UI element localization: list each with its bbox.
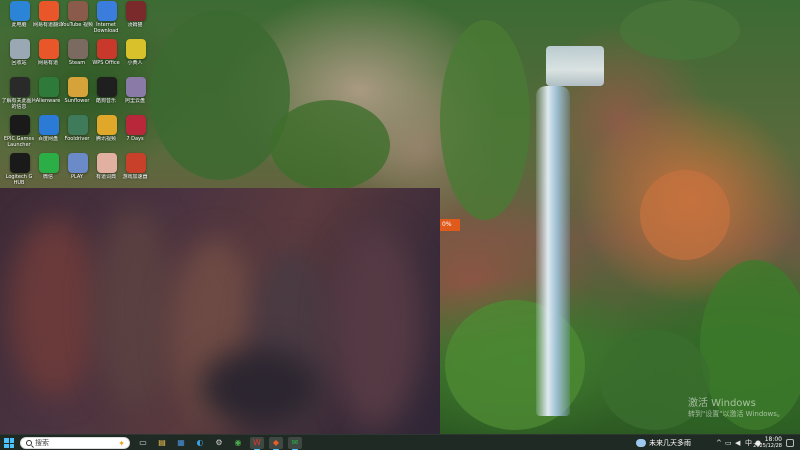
desktop-icon-label: 阿里云盘 [124,98,145,104]
weather-text: 未来几天多雨 [649,439,691,447]
foliage [150,10,290,180]
desktop-icon[interactable]: Steam [62,38,92,78]
desktop-icon[interactable]: 酷狗音乐 [91,76,121,116]
desktop-icon[interactable]: 阿里云盘 [120,76,150,116]
desktop-icon[interactable]: WPS Office [91,38,121,78]
overlay-tab[interactable]: 0% [440,219,460,231]
desktop-icon[interactable]: 小黄人 [120,38,150,78]
desktop-icon[interactable]: 腾讯视频 [91,114,121,154]
copilot-sparkle-icon[interactable]: ✦ [118,439,125,448]
microsoft-store-icon[interactable]: ▦ [174,437,188,449]
settings-icon[interactable]: ⚙ [212,437,226,449]
folder-icon [68,77,88,97]
blurred-media-window[interactable] [0,188,440,434]
taskbar-search-box[interactable]: 搜索 ✦ [20,437,130,449]
chevron-up-icon[interactable]: ^ [716,438,722,448]
desktop-icon[interactable]: 百度网盘 [33,114,63,154]
edge-browser-icon[interactable]: ◐ [193,437,207,449]
minion-icon [126,39,146,59]
foliage [440,20,530,220]
clock-time: 18:00 [764,436,782,443]
desktop-icon[interactable]: Fooldriver [62,114,92,154]
translate-icon [39,1,59,21]
desktop-icon[interactable]: Internet Download [91,0,121,40]
waterfall [536,86,570,416]
desktop-icon[interactable]: 7 Days [120,114,150,154]
waterfall-crest [546,46,604,86]
youdao-icon[interactable]: ◆ [269,437,283,450]
epic-icon [10,115,30,135]
blurred-shadow [200,348,320,428]
steam-icon [68,39,88,59]
desktop-icon-label: 7 Days [126,136,144,142]
desktop-icon-label: 小黄人 [127,60,143,66]
desktop-icon[interactable]: 有道词典 [91,152,121,192]
alienware-icon [39,77,59,97]
video-thumb-icon [68,1,88,21]
desktop-icon[interactable]: 微信 [33,152,63,192]
activation-watermark: 激活 Windows 转到"设置"以激活 Windows。 [688,394,784,419]
desktop-icon-grid: 此电脑 网易有道翻译 YouTube 视频 Internet Download 汤姆猫回… [0,0,150,190]
desktop-icon[interactable]: YouTube 视频 [61,0,93,40]
download-icon [97,1,117,21]
file-explorer-icon[interactable]: ▤ [155,437,169,449]
rock-face [640,170,730,260]
logitech-icon [10,153,30,173]
wechat-icon[interactable]: ✉ [288,437,302,450]
baidu-netdisk-icon [39,115,59,135]
blurred-figure [330,228,420,428]
search-placeholder: 搜索 [35,439,49,447]
game-thumb-icon [126,1,146,21]
play-icon [68,153,88,173]
network-icon[interactable]: ▭ [725,438,732,448]
cloud-icon [126,77,146,97]
driver-icon [68,115,88,135]
watermark-subtitle: 转到"设置"以激活 Windows。 [688,410,784,418]
owl-icon [97,115,117,135]
watermark-title: 激活 Windows [688,398,756,409]
cloud-rain-icon [636,439,646,447]
wps-icon [97,39,117,59]
start-button[interactable] [4,438,14,448]
taskbar: 搜索 ✦ ▭ ▤ ▦ ◐ ⚙ ◉ W ◆ ✉ 未来几天多雨 ^ ▭ ◀ 中 ● 18:00 20… [0,434,800,450]
desktop-icon-label: 游戏加速器 [122,174,148,180]
foliage [620,0,740,60]
volume-icon[interactable]: ◀ [735,438,740,448]
computer-icon [10,1,30,21]
desktop-icon[interactable]: PLAY [62,152,92,192]
wps-office-icon[interactable]: W [250,437,264,450]
desktop-icon[interactable]: Sunflower [62,76,92,116]
piggy-icon [97,153,117,173]
notification-center-icon[interactable] [786,439,794,447]
desktop-icon[interactable]: 回收站 [4,38,34,78]
days-icon [126,115,146,135]
music-icon [97,77,117,97]
blurred-figure [10,218,100,398]
desktop-icon[interactable]: EPIC Games Launcher [4,114,34,154]
desktop-icon[interactable]: 此电脑 [4,0,34,40]
recycle-bin-icon [10,39,30,59]
desktop-icon[interactable]: Alienware [33,76,63,116]
desktop-icon-label: 汤姆猫 [127,22,143,28]
search-icon [26,440,32,446]
desktop-icon[interactable]: 网易有道翻译 [33,0,63,40]
taskbar-clock[interactable]: 18:00 2025/12/28 [752,436,782,450]
desktop-icon[interactable]: 了解有关此图片的信息 [1,76,37,116]
youdao-icon [39,39,59,59]
chrome-browser-icon[interactable]: ◉ [231,437,245,449]
desktop-icon[interactable]: 网易有道 [33,38,63,78]
desktop-icon[interactable]: 游戏加速器 [120,152,150,192]
wechat-icon [39,153,59,173]
clock-date: 2025/12/28 [753,443,782,449]
desktop-icon[interactable]: Logitech G HUB [4,152,34,192]
foliage [270,100,390,190]
game-icon [126,153,146,173]
task-view-icon[interactable]: ▭ [136,437,150,449]
desktop-icon[interactable]: 汤姆猫 [120,0,150,40]
info-icon [10,77,30,97]
blurred-figure [95,208,175,408]
input-language[interactable]: 中 [745,438,752,448]
